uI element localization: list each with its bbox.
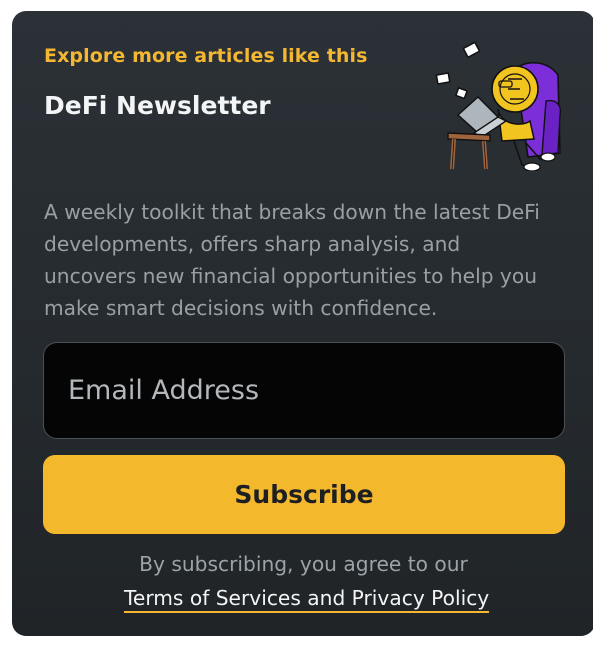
section-eyebrow: Explore more articles like this [44, 45, 368, 67]
terms-privacy-link[interactable]: Terms of Services and Privacy Policy [124, 586, 490, 613]
email-input[interactable] [44, 343, 564, 438]
email-field[interactable] [43, 342, 565, 439]
newsletter-title: DeFi Newsletter [44, 91, 271, 120]
subscribe-button[interactable]: Subscribe [43, 455, 565, 534]
consent-text: By subscribing, you agree to our [139, 552, 468, 576]
coin-character-laptop-armchair-icon [435, 41, 562, 171]
newsletter-description: A weekly toolkit that breaks down the la… [44, 200, 540, 320]
newsletter-card: Explore more articles like this DeFi New… [12, 11, 593, 636]
